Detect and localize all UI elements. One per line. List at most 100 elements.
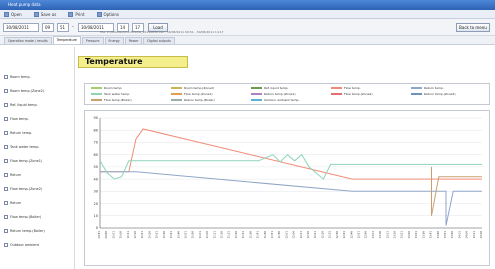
menu-options[interactable]: Options — [96, 11, 119, 17]
series-checkbox-flow-temp-zone2[interactable]: Flow temp.(Zone2) — [4, 186, 42, 192]
x-tick-label: 09:56 — [104, 231, 108, 239]
x-tick-label: 13:51 — [443, 231, 447, 239]
tab-temperature[interactable]: Temperature — [52, 36, 81, 44]
series-checkbox-return-zone2[interactable]: Return — [4, 200, 21, 206]
legend-return-temp-boiler: Return temp.(Boiler) — [171, 98, 215, 102]
series-checkbox-flow-temp[interactable]: Flow temp. — [4, 116, 29, 122]
x-tick-label: 14:11 — [472, 231, 476, 239]
x-tick-label: 12:41 — [342, 231, 346, 239]
x-tick-label: 13:36 — [421, 231, 425, 239]
checkbox-icon — [4, 75, 8, 79]
x-tick-label: 11:06 — [205, 231, 209, 239]
series-label: Outdoor ambient — [10, 243, 39, 247]
series-line-return-temp — [100, 171, 482, 226]
x-tick-label: 13:26 — [407, 231, 411, 239]
series-checkbox-flow-temp-zone1[interactable]: Flow temp.(Zone1) — [4, 158, 42, 164]
tab-energy[interactable]: Energy — [104, 37, 124, 44]
legend-flow-temp-zone2: Flow temp.(Zone2) — [331, 92, 373, 96]
checkbox-icon — [4, 187, 8, 191]
x-tick-label: 12:31 — [328, 231, 332, 239]
from-minute-field[interactable]: 51 — [57, 23, 69, 32]
menu-save-as[interactable]: Save as — [33, 11, 57, 17]
legend-label: Return temp.(Zone1) — [264, 92, 296, 96]
series-sidebar: Room temp. Room temp.(Zone2) Ref. liquid… — [0, 47, 75, 269]
x-tick-label: 09:51 — [97, 231, 101, 239]
x-tick-label: 10:36 — [162, 231, 166, 239]
series-checkbox-return-temp[interactable]: Return temp. — [4, 130, 32, 136]
checkbox-icon — [4, 145, 8, 149]
series-checkbox-return-zone1[interactable]: Return — [4, 172, 21, 178]
x-tick-label: 12:51 — [356, 231, 360, 239]
checkbox-icon — [4, 103, 8, 107]
legend-label: Flow temp. — [344, 86, 361, 90]
legend-swatch — [331, 87, 342, 89]
back-to-menu-button[interactable]: Back to menu — [456, 23, 490, 32]
menu-save-as-label: Save as — [40, 11, 57, 17]
legend-return-temp-zone1: Return temp.(Zone1) — [251, 92, 296, 96]
y-tick-label: 60 — [94, 153, 98, 157]
checkbox-icon — [4, 159, 8, 163]
tab-operation-mode[interactable]: Operation mode / results — [4, 37, 52, 44]
toolbar: 30/08/2011 09 51 - 30/08/2011 14 17 Load… — [0, 19, 495, 36]
window-title: Heat pump data — [8, 2, 41, 7]
legend-label: Flow temp.(Boiler) — [104, 98, 132, 102]
legend-swatch — [91, 99, 102, 101]
x-tick-label: 14:16 — [479, 231, 483, 239]
series-label: Room temp.(Zone2) — [10, 89, 45, 93]
series-checkbox-outdoor-ambient[interactable]: Outdoor ambient — [4, 242, 39, 248]
x-tick-label: 11:51 — [270, 231, 274, 239]
y-tick-label: 50 — [94, 165, 98, 169]
checkbox-icon — [4, 229, 8, 233]
legend-swatch — [171, 99, 182, 101]
series-checkbox-room-temp-zone2[interactable]: Room temp.(Zone2) — [4, 88, 44, 94]
series-checkbox-return-temp-boiler[interactable]: Return temp.(Boiler) — [4, 228, 45, 234]
series-label: Ref. liquid temp. — [10, 103, 38, 107]
series-label: Return — [10, 201, 22, 205]
legend-swatch — [411, 87, 422, 89]
x-tick-label: 10:31 — [155, 231, 159, 239]
series-checkbox-flow-temp-boiler[interactable]: Flow temp.(Boiler) — [4, 214, 41, 220]
x-tick-label: 13:06 — [378, 231, 382, 239]
from-hour-field[interactable]: 09 — [42, 23, 54, 32]
legend-tank-water-temp: Tank water temp. — [91, 92, 130, 96]
x-tick-label: 13:16 — [393, 231, 397, 239]
checkbox-icon — [4, 201, 8, 205]
x-tick-label: 11:56 — [277, 231, 281, 239]
legend-flow-temp-boiler: Flow temp.(Boiler) — [91, 98, 132, 102]
x-tick-label: 12:11 — [299, 231, 303, 239]
y-tick-label: 90 — [94, 116, 98, 120]
checkbox-icon — [4, 89, 8, 93]
print-icon — [68, 11, 74, 17]
series-line-flow-temp — [100, 128, 482, 180]
legend-swatch — [171, 93, 182, 95]
tab-pressure[interactable]: Pressure — [81, 37, 104, 44]
menu-open[interactable]: Open — [4, 11, 22, 17]
legend-label: Return temp.(Zone2) — [424, 92, 456, 96]
folder-icon — [4, 11, 9, 17]
y-tick-label: 0 — [96, 226, 98, 230]
y-tick-label: 20 — [94, 202, 98, 206]
tab-digital-outputs[interactable]: Digital outputs — [143, 37, 175, 44]
x-tick-label: 11:26 — [234, 231, 238, 239]
series-label: Room temp. — [10, 75, 31, 79]
x-tick-label: 11:01 — [198, 231, 202, 239]
x-tick-label: 11:11 — [212, 231, 216, 239]
menu-print[interactable]: Print — [68, 11, 85, 17]
series-checkbox-room-temp[interactable]: Room temp. — [4, 74, 31, 80]
tab-strip: Operation mode / results Temperature Pre… — [0, 36, 495, 45]
x-tick-label: 12:21 — [313, 231, 317, 239]
legend-label: Outdoor ambient temp. — [264, 98, 300, 102]
series-checkbox-tank-water-temp[interactable]: Tank water temp. — [4, 144, 39, 150]
x-tick-label: 10:11 — [126, 231, 130, 239]
series-label: Tank water temp. — [10, 145, 40, 149]
tab-power[interactable]: Power — [124, 37, 143, 44]
series-checkbox-ref-liquid-temp[interactable]: Ref. liquid temp. — [4, 102, 38, 108]
file-path-text: File: P:\HPLOG\2011\HPLOG_20110830.csv -… — [100, 30, 224, 34]
x-tick-label: 13:21 — [400, 231, 404, 239]
checkbox-icon — [4, 173, 8, 177]
y-tick-label: 40 — [94, 177, 98, 181]
legend-return-temp: Return temp. — [411, 86, 444, 90]
series-label: Flow temp.(Boiler) — [10, 215, 42, 219]
from-date-field[interactable]: 30/08/2011 — [3, 23, 39, 32]
legend-return-temp-zone2: Return temp.(Zone2) — [411, 92, 456, 96]
